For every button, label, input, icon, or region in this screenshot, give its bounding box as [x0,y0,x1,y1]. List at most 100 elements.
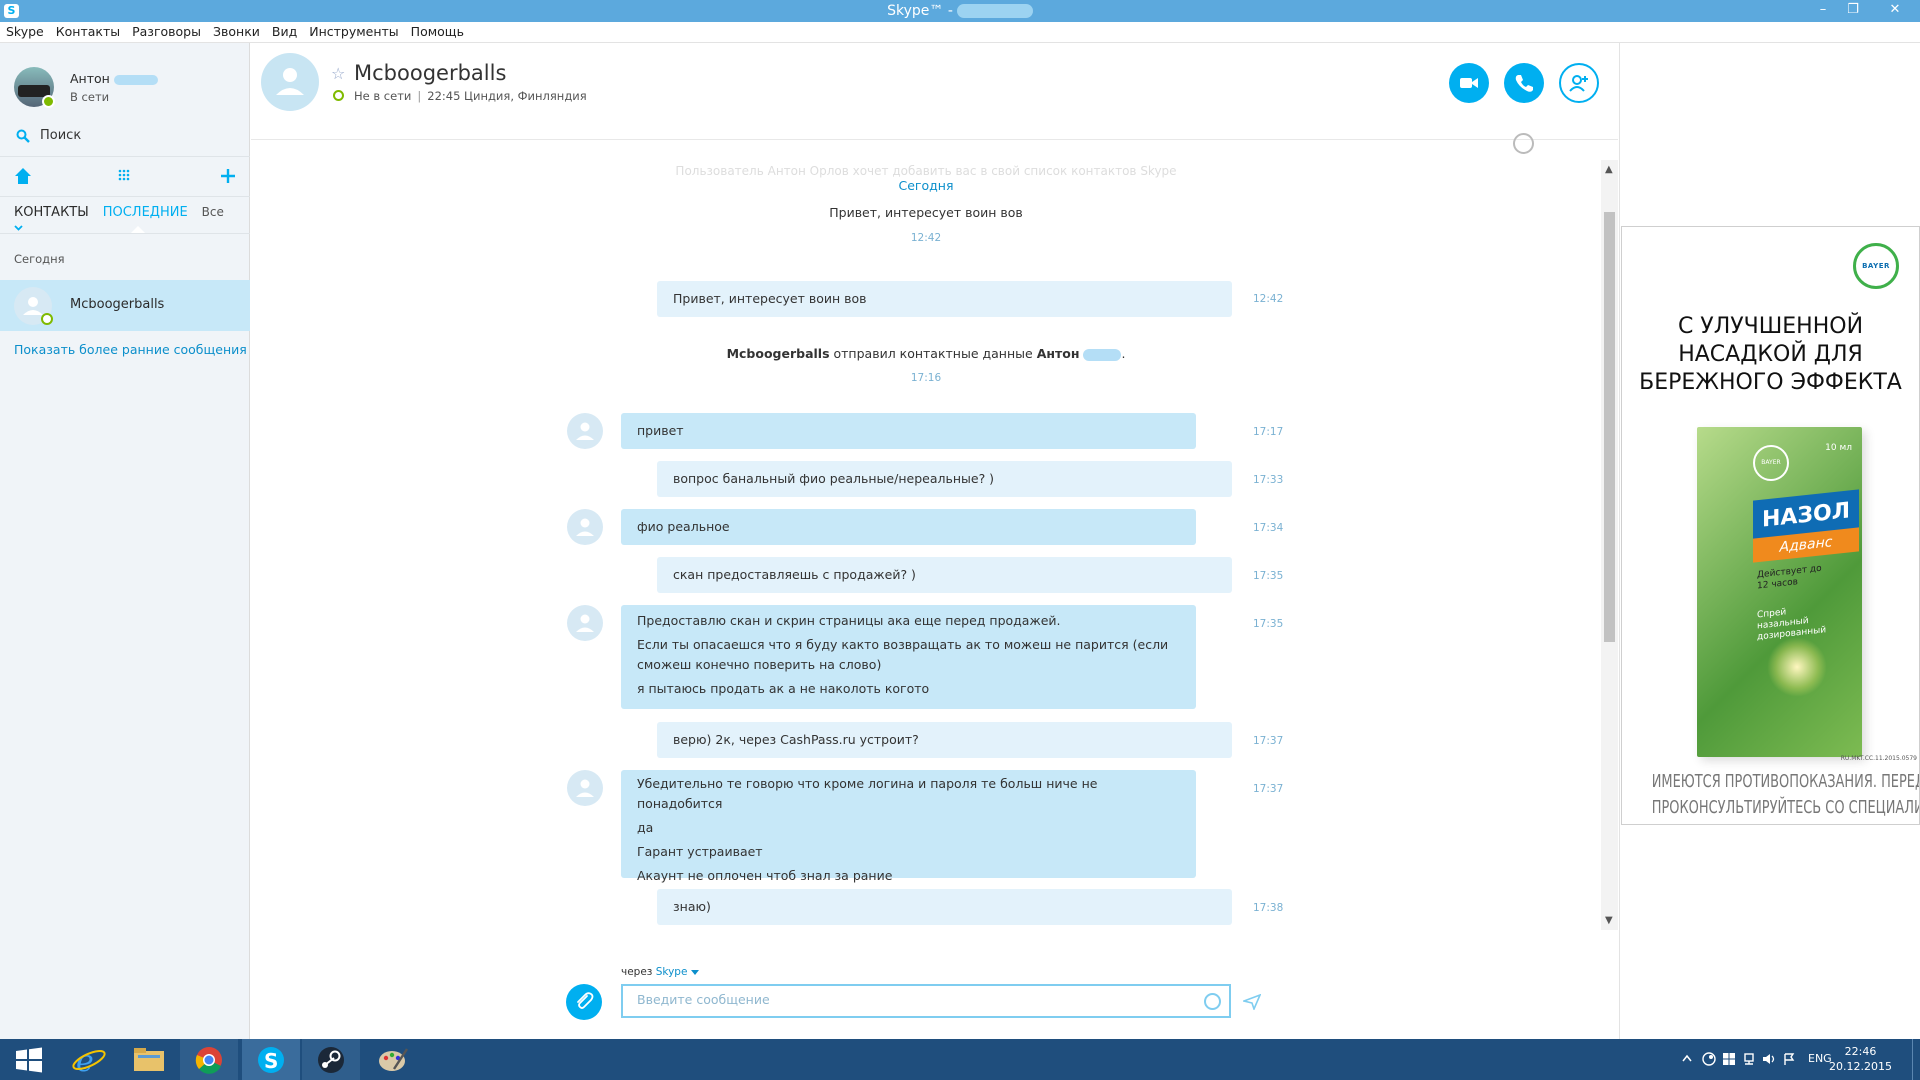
video-call-button[interactable] [1449,63,1489,103]
emoji-icon[interactable] [1204,993,1221,1010]
contact-avatar[interactable] [261,53,319,111]
ad-code: RU.MKT.CC.11.2015.0579 [1840,755,1917,762]
chevron-down-icon [690,970,699,975]
close-button[interactable]: ✕ [1872,0,1918,22]
message-incoming[interactable]: Предоставлю скан и скрин страницы ака ещ… [621,605,1196,709]
online-status-icon [42,95,55,108]
profile-name[interactable]: Антон [70,71,158,86]
windows-tray-icon[interactable] [1722,1052,1736,1066]
tab-recent[interactable]: ПОСЛЕДНИЕ [103,205,188,220]
add-person-icon [1569,75,1588,92]
home-icon[interactable] [12,165,36,189]
message-outgoing[interactable]: верю) 2к, через CashPass.ru устроит? [657,722,1232,758]
attach-button[interactable] [566,984,602,1020]
video-camera-icon [1460,78,1478,88]
send-via-selector[interactable]: через Skype [621,966,699,978]
menu-calls[interactable]: Звонки [207,22,266,42]
audio-call-button[interactable] [1504,63,1544,103]
avatar[interactable] [567,770,603,806]
message-outgoing[interactable]: Привет, интересует воин вов [657,281,1232,317]
tab-indicator [131,226,145,233]
message-outgoing[interactable]: знаю) [657,889,1232,925]
conversation-title: Mcboogerballs [354,61,507,85]
tab-contacts[interactable]: КОНТАКТЫ [14,205,89,220]
search-icon [16,129,30,143]
sidebar-tabs: КОНТАКТЫ ПОСЛЕДНИЕ Все [14,205,249,231]
skype-window: S Skype™ - – ❐ ✕ Skype Контакты Разговоры З… [0,0,1920,1080]
title-bar: S Skype™ - – ❐ ✕ [0,0,1920,22]
dialpad-icon[interactable] [113,165,137,189]
menu-help[interactable]: Помощь [405,22,470,42]
restore-button[interactable]: ❐ [1838,0,1868,22]
windows-start-icon[interactable] [0,1039,58,1080]
send-button[interactable] [1241,993,1262,1013]
first-message-time: 12:42 [910,232,942,244]
chevron-down-icon [14,225,23,231]
favorite-star-icon[interactable]: ☆ [331,64,345,83]
skype-taskbar-icon[interactable]: S [242,1039,300,1080]
sidebar: Антон В сети Поиск КОНТАКТЫ ПОСЛЕДНИЕ Все … [0,43,250,1039]
taskbar-clock[interactable]: 22:46 20.12.2015 [1829,1044,1892,1074]
message-time: 17:17 [1253,426,1284,438]
avatar[interactable] [567,605,603,641]
contact-shared-notice: Mcboogerballs отправил контактные данные… [726,346,1126,361]
menu-conversations[interactable]: Разговоры [126,22,207,42]
menu-skype[interactable]: Skype [0,22,50,42]
message-list: Пользователь Антон Орлов хочет добавить … [251,160,1601,930]
profile-status[interactable]: В сети [70,90,109,104]
menu-view[interactable]: Вид [266,22,303,42]
offline-status-icon [41,313,53,325]
internet-explorer-icon[interactable]: e [60,1039,118,1080]
scrollbar-thumb[interactable] [1604,212,1615,642]
show-earlier-messages-link[interactable]: Показать более ранние сообщения [14,342,247,357]
message-scrollbar[interactable]: ▲ ▼ [1601,160,1618,930]
message-input[interactable] [637,992,1177,1007]
first-message-text: Привет, интересует воин вов [829,205,1023,220]
chrome-icon[interactable] [180,1039,238,1080]
file-explorer-icon[interactable] [120,1039,178,1080]
steam-icon[interactable] [302,1039,360,1080]
avatar[interactable] [567,413,603,449]
phone-icon [1515,75,1533,92]
contact-shared-time: 17:16 [910,372,942,384]
paperclip-icon [577,992,594,1009]
volume-icon[interactable] [1762,1052,1776,1066]
ad-panel: BAYER С УЛУЧШЕННОЙ НАСАДКОЙ ДЛЯ БЕРЕЖНОГО … [1619,43,1920,1039]
scroll-down-icon[interactable]: ▼ [1605,915,1613,926]
minimize-button[interactable]: – [1808,0,1838,22]
message-time: 17:34 [1253,522,1284,534]
day-separator: Сегодня [898,178,954,193]
message-incoming[interactable]: привет [621,413,1196,449]
add-icon[interactable] [217,165,241,189]
message-input-box[interactable] [621,984,1231,1018]
search-label: Поиск [40,128,82,143]
avatar[interactable] [567,509,603,545]
menu-tools[interactable]: Инструменты [303,22,404,42]
globe-icon[interactable] [1513,133,1534,154]
add-participant-button[interactable] [1559,63,1599,103]
paint-icon[interactable] [364,1039,422,1080]
message-outgoing[interactable]: вопрос банальный фио реальные/нереальные… [657,461,1232,497]
message-time: 12:42 [1253,293,1284,305]
message-incoming[interactable]: фио реальное [621,509,1196,545]
message-time: 17:35 [1253,618,1284,630]
show-desktop-button[interactable] [1912,1039,1920,1080]
recent-section-title: Сегодня [14,252,65,266]
sidebar-item-mcboogerballs[interactable]: Mcboogerballs [0,280,250,331]
scroll-up-icon[interactable]: ▲ [1605,164,1613,175]
window-title: Skype™ - [0,3,1920,19]
search-box[interactable]: Поиск [14,125,236,149]
show-hidden-icons-icon[interactable] [1682,1054,1692,1062]
ad-banner[interactable]: BAYER С УЛУЧШЕННОЙ НАСАДКОЙ ДЛЯ БЕРЕЖНОГО … [1621,226,1920,825]
svg-text:e: e [76,1044,94,1079]
faded-notice: Пользователь Антон Орлов хочет добавить … [675,164,1177,178]
sidebar-item-label: Mcboogerballs [70,297,165,312]
steam-tray-icon[interactable] [1702,1052,1716,1066]
action-center-icon[interactable] [1782,1052,1796,1066]
network-icon[interactable] [1742,1052,1756,1066]
message-outgoing[interactable]: скан предоставляешь с продажей? ) [657,557,1232,593]
system-tray: ENG 22:46 20.12.2015 [1680,1039,1920,1080]
svg-text:S: S [264,1049,278,1073]
menu-contacts[interactable]: Контакты [50,22,126,42]
message-incoming[interactable]: Убедительно те говорю что кроме логина и… [621,770,1196,883]
